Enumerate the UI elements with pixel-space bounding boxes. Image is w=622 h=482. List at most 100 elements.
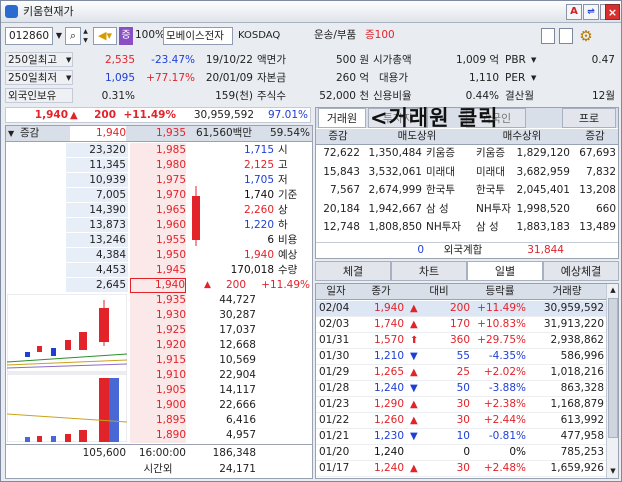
- dropdown-arrow-icon[interactable]: ▼: [66, 71, 71, 86]
- broker-buy-name[interactable]: 키움증: [476, 146, 505, 161]
- ask-price[interactable]: 1,985: [130, 143, 186, 158]
- up-arrow-icon: ▲: [410, 303, 418, 314]
- bid-price[interactable]: 1,930: [130, 308, 186, 323]
- broker-buy-name[interactable]: 삼 성: [476, 220, 499, 235]
- trade-amount: 61,560백만: [195, 127, 252, 139]
- gear-icon[interactable]: ⚙: [577, 27, 595, 45]
- tab-chart[interactable]: 차트: [391, 261, 467, 281]
- speaker-icon[interactable]: ◀▾: [93, 27, 117, 45]
- daily-row[interactable]: 01/29 1,265 ▲ 25 +2.02% 1,018,216: [316, 365, 606, 381]
- tab-daily[interactable]: 일별: [467, 261, 543, 281]
- bid-qty: 44,727: [219, 294, 256, 306]
- ask-price[interactable]: 1,975: [130, 173, 186, 188]
- broker-sell-name[interactable]: 삼 성: [426, 202, 449, 217]
- high250-label-cell[interactable]: 250일최고 ▼: [5, 52, 73, 67]
- search-icon[interactable]: ⌕: [65, 27, 81, 45]
- daily-pct: +10.83%: [477, 318, 526, 330]
- daily-volume: 30,959,592: [543, 302, 604, 314]
- bid-price[interactable]: 1,895: [130, 413, 186, 428]
- sort-arrow-icon[interactable]: ▼: [8, 126, 14, 141]
- stock-name-field[interactable]: 모베이스전자: [163, 27, 233, 45]
- daily-pct: +2.38%: [483, 398, 526, 410]
- bid-qty: 30,287: [219, 309, 256, 321]
- spin-icon[interactable]: ▲ ▼: [81, 27, 90, 45]
- broker-buy-name[interactable]: NH투자: [476, 202, 511, 217]
- stat-label: 비용: [278, 234, 298, 246]
- code-dropdown-arrow-icon[interactable]: ▼: [54, 27, 64, 45]
- tab-expected-trades[interactable]: 예상체결: [543, 261, 619, 281]
- daily-row[interactable]: 01/20 1,240 0 0% 785,253: [316, 445, 606, 461]
- after-hours-label: 시간외: [143, 463, 173, 475]
- close-icon[interactable]: ×: [605, 4, 620, 20]
- ask-price[interactable]: 1,950: [130, 248, 186, 263]
- stock-code-input[interactable]: 012860: [5, 27, 53, 45]
- ask-price[interactable]: 1,970: [130, 188, 186, 203]
- tab-broker[interactable]: 거래원: [318, 108, 366, 128]
- scroll-thumb[interactable]: [608, 298, 618, 438]
- scroll-down-icon[interactable]: ▼: [608, 466, 618, 476]
- daily-close: 1,210: [373, 350, 404, 362]
- daily-row[interactable]: 02/04 1,940 ▲ 200 +11.49% 30,959,592: [316, 301, 606, 317]
- ask-price[interactable]: 1,940: [130, 278, 186, 293]
- scroll-up-icon[interactable]: ▲: [608, 285, 618, 295]
- tab-program[interactable]: 프로: [562, 108, 616, 128]
- broker-buy-change: 13,489: [579, 221, 616, 233]
- bid-price[interactable]: 1,905: [130, 383, 186, 398]
- daily-scrollbar[interactable]: ▲ ▼: [606, 284, 618, 478]
- bid-price[interactable]: 1,890: [130, 428, 186, 443]
- broker-sell-name[interactable]: 키움증: [426, 146, 455, 161]
- per-dropdown-icon[interactable]: ▼: [531, 71, 536, 86]
- bid-price[interactable]: 1,910: [130, 368, 186, 383]
- up-arrow-icon: ▲: [410, 319, 418, 330]
- link-icon[interactable]: ⇌: [583, 4, 599, 20]
- daily-volume: 785,253: [560, 446, 604, 458]
- daily-close: 1,290: [373, 398, 404, 410]
- daily-close: 1,240: [373, 382, 404, 394]
- bid-price[interactable]: 1,900: [130, 398, 186, 413]
- bid-price[interactable]: 1,925: [130, 323, 186, 338]
- ask-price[interactable]: 1,960: [130, 218, 186, 233]
- ask-price[interactable]: 1,945: [130, 263, 186, 278]
- page-icon[interactable]: [541, 28, 555, 44]
- daily-row[interactable]: 01/23 1,290 ▲ 30 +2.38% 1,168,879: [316, 397, 606, 413]
- daily-row[interactable]: 01/22 1,260 ▲ 30 +2.44% 613,992: [316, 413, 606, 429]
- orderbook-totals: 105,600 16:00:00 186,348 시간외 24,171: [6, 444, 312, 478]
- tab-trades[interactable]: 체결: [315, 261, 391, 281]
- daily-row[interactable]: 01/28 1,240 ▼ 50 -3.88% 863,328: [316, 381, 606, 397]
- window-icon[interactable]: [559, 28, 573, 44]
- face-value: 500 원: [335, 54, 369, 66]
- font-button[interactable]: A: [566, 4, 582, 20]
- pbr-dropdown-icon[interactable]: ▼: [531, 53, 536, 68]
- broker-sell-change: 12,748: [323, 221, 360, 233]
- broker-buy-name[interactable]: 미래대: [476, 165, 505, 180]
- bid-price[interactable]: 1,915: [130, 353, 186, 368]
- daily-row[interactable]: 01/31 1,570 ⬆ 360 +29.75% 2,938,862: [316, 333, 606, 349]
- broker-buy-qty: 2,045,401: [516, 184, 570, 196]
- ask-price[interactable]: 1,955: [130, 233, 186, 248]
- broker-buy-name[interactable]: 한국투: [476, 183, 505, 198]
- daily-volume: 1,018,216: [550, 366, 604, 378]
- broker-sell-name[interactable]: 한국투: [426, 183, 455, 198]
- up-arrow-icon: ▲: [410, 399, 418, 410]
- daily-row[interactable]: 01/30 1,210 ▼ 55 -4.35% 586,996: [316, 349, 606, 365]
- daily-row[interactable]: 01/17 1,240 ▲ 30 +2.48% 1,659,926: [316, 461, 606, 477]
- low250-label-cell[interactable]: 250일최저 ▼: [5, 70, 73, 85]
- bid-price[interactable]: 1,935: [130, 293, 186, 308]
- broker-header: 증감 매도상위 매수상위 증감: [316, 129, 618, 145]
- ask-price[interactable]: 1,980: [130, 158, 186, 173]
- high250-date: 19/10/22: [205, 54, 253, 66]
- daily-change: 200: [449, 302, 470, 314]
- price-change-pct: +11.49%: [123, 109, 176, 121]
- bid-price[interactable]: 1,920: [130, 338, 186, 353]
- broker-buy-change: 67,693: [579, 147, 616, 159]
- daily-row[interactable]: 02/03 1,740 ▲ 170 +10.83% 31,913,220: [316, 317, 606, 333]
- daily-change: 0: [463, 446, 470, 458]
- ask-price[interactable]: 1,965: [130, 203, 186, 218]
- foreign-buy-total: 31,844: [527, 244, 564, 256]
- bid-qty: 22,904: [219, 369, 256, 381]
- daily-row[interactable]: 01/21 1,230 ▼ 10 -0.81% 477,958: [316, 429, 606, 445]
- fiscal-label: 결산월: [505, 90, 534, 102]
- broker-sell-name[interactable]: NH투자: [426, 220, 461, 235]
- dropdown-arrow-icon[interactable]: ▼: [66, 53, 71, 68]
- broker-sell-name[interactable]: 미래대: [426, 165, 455, 180]
